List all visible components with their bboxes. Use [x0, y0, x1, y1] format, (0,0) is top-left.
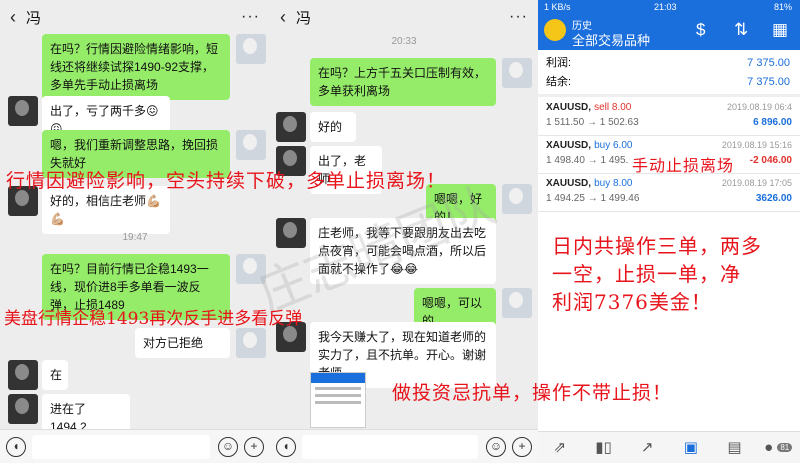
more-options-icon[interactable]: ··· [509, 8, 528, 26]
trade-profit: 6 896.00 [753, 117, 792, 128]
calendar-icon[interactable]: ▦ [772, 20, 788, 40]
clock: 21:03 [654, 2, 677, 12]
app-logo-icon[interactable] [544, 19, 566, 41]
annotation-text: 行情因避险影响，空头持续下破，多单止损离场！ [6, 170, 447, 192]
profit-row: 利润: 7 375.00 [538, 54, 800, 73]
annotation-text: 利润7376美金！ [552, 290, 712, 314]
trade-symbol: XAUUSD, [546, 178, 592, 189]
message-bubble: 好的，相信庄老师💪🏼💪🏼 [42, 186, 170, 234]
unread-badge: 81 [777, 443, 793, 452]
trade-prices: 1 511.50 → 1 502.63 [546, 117, 639, 128]
annotation-text: 日内共操作三单，两多 [552, 234, 762, 258]
trade-prices: 1 498.40 → 1 495. [546, 155, 629, 166]
tab-news-icon[interactable]: ▤ [713, 432, 757, 463]
divider [538, 94, 800, 97]
trade-symbol: XAUUSD, [546, 102, 592, 113]
trade-prices: 1 494.25 → 1 499.46 [546, 193, 640, 204]
tab-history-icon[interactable]: ▣ [669, 432, 713, 463]
chat-header: ‹ 冯 ··· [270, 0, 538, 34]
chat-header: ‹ 冯 ··· [0, 0, 270, 34]
trade-date: 2019.08.19 06:4 [726, 102, 792, 112]
avatar [502, 58, 532, 88]
account-summary: 利润: 7 375.00 结余: 7 375.00 [538, 50, 800, 92]
battery-level: 81% [773, 2, 792, 12]
emoji-icon[interactable]: ☺ [218, 437, 238, 457]
contact-name: 冯 [296, 9, 312, 27]
message-bubble: 好的 [310, 112, 356, 142]
annotation-text: 做投资忌抗单，操作不带止损！ [392, 382, 673, 404]
message-input[interactable] [32, 435, 210, 459]
avatar [236, 130, 266, 160]
plus-icon[interactable]: + [512, 437, 532, 457]
tab-trade-icon[interactable]: ↗ [625, 432, 669, 463]
profit-label: 利润: [546, 57, 572, 69]
more-options-icon[interactable]: ··· [241, 8, 260, 26]
trade-side: buy 8.00 [594, 178, 633, 189]
trade-symbol: XAUUSD, [546, 140, 592, 151]
chat-input-bar: ◖ ☺ + [270, 429, 538, 463]
chat-input-bar: ◖ ☺ + [0, 429, 270, 463]
avatar [8, 96, 38, 126]
sort-icon[interactable]: ⇅ [734, 20, 748, 40]
annotation-text: 美盘行情企稳1493再次反手进多看反弹 [4, 309, 303, 329]
emoji-icon[interactable]: ☺ [486, 437, 506, 457]
call-rejected-bubble: 对方已拒绝 [135, 328, 230, 358]
annotation-text: 一空，止损一单，净 [552, 262, 741, 286]
plus-icon[interactable]: + [244, 437, 264, 457]
balance-value: 7 375.00 [747, 76, 790, 88]
profit-value: 7 375.00 [747, 57, 790, 69]
header-title[interactable]: 全部交易品种 [572, 30, 650, 49]
message-bubble: 在吗？上方千五关口压制有效，多单获利离场 [310, 58, 496, 106]
back-arrow-icon[interactable]: ‹ [270, 7, 296, 28]
avatar [236, 34, 266, 64]
tab-messages-icon[interactable]: ● 81 [756, 432, 800, 463]
currency-icon[interactable]: $ [696, 20, 705, 40]
avatar [8, 394, 38, 424]
avatar [236, 328, 266, 358]
timestamp: 20:33 [391, 36, 417, 47]
trade-side: sell 8.00 [594, 102, 632, 113]
avatar [502, 288, 532, 318]
annotation-text: 手动止损离场 [632, 156, 735, 175]
balance-row: 结余: 7 375.00 [538, 73, 800, 92]
trade-date: 2019.08.19 17:05 [721, 178, 792, 188]
message-input[interactable] [302, 435, 478, 459]
tab-chart-icon[interactable]: ▮▯ [582, 432, 626, 463]
app-header: 历史 全部交易品种 $ ⇅ ▦ [538, 14, 800, 50]
trade-row[interactable]: XAUUSD, buy 8.00 2019.08.19 17:05 1 494.… [538, 175, 800, 212]
trade-profit: 3626.00 [755, 193, 792, 204]
network-speed: 1 KB/s [544, 2, 571, 12]
trade-date: 2019.08.19 15:16 [721, 140, 792, 150]
voice-icon[interactable]: ◖ [6, 437, 26, 457]
balance-label: 结余: [546, 76, 572, 88]
message-bubble: 在 [42, 360, 68, 390]
avatar [8, 360, 38, 390]
contact-name: 冯 [26, 9, 42, 27]
tab-quotes-icon[interactable]: ⇗ [538, 432, 582, 463]
back-arrow-icon[interactable]: ‹ [0, 7, 26, 28]
avatar [276, 112, 306, 142]
trade-side: buy 6.00 [594, 140, 633, 151]
chat-panel-left: ‹ 冯 ··· 在吗？行情因避险情绪影响，短线还将继续试探1490-92支撑，多… [0, 0, 270, 463]
bottom-tab-bar: ⇗ ▮▯ ↗ ▣ ▤ ● 81 [538, 431, 800, 463]
avatar [502, 184, 532, 214]
timestamp: 19:47 [122, 232, 148, 243]
status-bar: 1 KB/s 21:03 81% [538, 0, 800, 14]
message-bubble: 在吗？行情因避险情绪影响，短线还将继续试探1490-92支撑，多单先手动止损离场 [42, 34, 230, 100]
trade-profit: -2 046.00 [749, 155, 792, 166]
screenshot-thumbnail[interactable] [310, 372, 366, 428]
trade-row[interactable]: XAUUSD, sell 8.00 2019.08.19 06:4 1 511.… [538, 99, 800, 136]
voice-icon[interactable]: ◖ [276, 437, 296, 457]
